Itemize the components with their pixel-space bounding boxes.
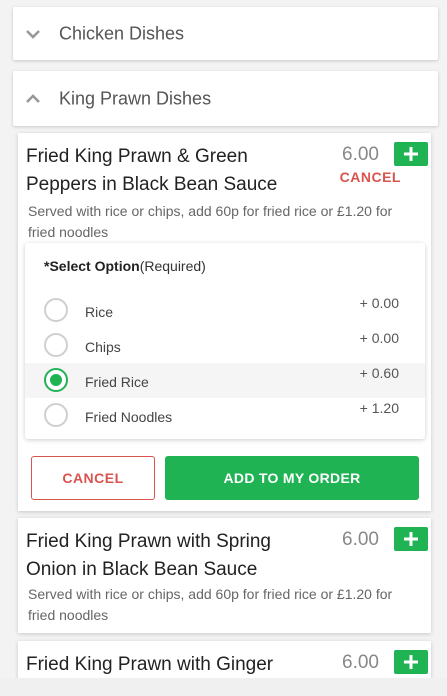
dish-name: Fried King Prawn & Green Peppers in Blac… (26, 146, 278, 195)
dish-name: Fried King Prawn with Spring Onion in Bl… (26, 531, 271, 580)
dish-card: Fried King Prawn with Spring Onion in Bl… (18, 518, 431, 633)
chevron-up-icon (26, 93, 40, 103)
option-label: Fried Rice (85, 374, 149, 390)
dish-name: Fried King Prawn with Ginger (26, 654, 274, 675)
cancel-button[interactable]: CANCEL (31, 456, 155, 500)
option-price: + 1.20 (359, 400, 399, 416)
options-header: *Select Option(Required) (44, 258, 206, 274)
option-label: Chips (85, 339, 121, 355)
cancel-link[interactable]: CANCEL (340, 169, 401, 185)
plus-icon (404, 147, 418, 161)
plus-icon (404, 532, 418, 546)
option-price: + 0.00 (359, 330, 399, 346)
add-dish-button[interactable] (394, 650, 428, 674)
dish-card: Fried King Prawn & Green Peppers in Blac… (18, 133, 431, 511)
options-panel: *Select Option(Required) Rice + 0.00 Chi… (25, 243, 425, 439)
dish-description: Served with rice or chips, add 60p for f… (28, 203, 393, 240)
option-label: Fried Noodles (85, 409, 173, 425)
option-chips[interactable]: Chips + 0.00 (25, 328, 425, 363)
radio-button[interactable] (44, 403, 68, 427)
add-dish-button[interactable] (394, 527, 428, 551)
category-chicken-dishes[interactable]: Chicken Dishes (13, 7, 438, 60)
dish-price: 6.00 (342, 652, 379, 673)
option-fried-rice[interactable]: Fried Rice + 0.60 (25, 363, 425, 398)
option-price: + 0.60 (359, 365, 399, 381)
options-title: *Select Option (44, 258, 140, 274)
chevron-down-icon (26, 29, 40, 39)
dish-description: Served with rice or chips, add 60p for f… (28, 586, 393, 623)
add-to-order-button[interactable]: ADD TO MY ORDER (165, 456, 419, 500)
option-label: Rice (85, 304, 114, 320)
radio-button[interactable] (44, 298, 68, 322)
option-price: + 0.00 (359, 295, 399, 311)
option-rice[interactable]: Rice + 0.00 (25, 293, 425, 328)
plus-icon (404, 655, 418, 669)
category-title: King Prawn Dishes (59, 88, 212, 108)
category-king-prawn-dishes[interactable]: King Prawn Dishes (13, 71, 438, 126)
radio-button[interactable] (44, 333, 68, 357)
add-dish-button[interactable] (394, 142, 428, 166)
dish-price: 6.00 (342, 529, 379, 550)
option-fried-noodles[interactable]: Fried Noodles + 1.20 (25, 398, 425, 433)
radio-button-selected[interactable] (44, 368, 68, 392)
options-required-note: (Required) (139, 258, 206, 274)
bottom-bar (0, 678, 447, 696)
category-title: Chicken Dishes (59, 23, 185, 43)
dish-price: 6.00 (342, 144, 379, 165)
